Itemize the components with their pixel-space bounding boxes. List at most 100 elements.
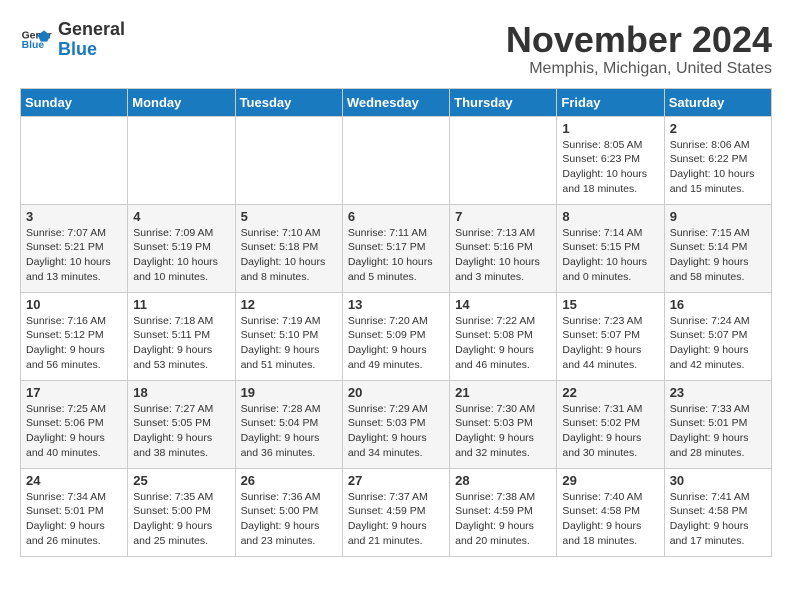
calendar-cell: 23 Sunrise: 7:33 AM Sunset: 5:01 PM Dayli…: [664, 380, 771, 468]
logo-icon: General Blue: [20, 24, 52, 56]
calendar-cell: 9Sunrise: 7:15 AM Sunset: 5:14 PM Daylig…: [664, 204, 771, 292]
calendar-cell: 28 Sunrise: 7:38 AM Sunset: 4:59 PM Dayli…: [450, 468, 557, 556]
calendar-cell: 15 Sunrise: 7:23 AM Sunset: 5:07 PM Dayli…: [557, 292, 664, 380]
day-info: Sunrise: 7:13 AM Sunset: 5:16 PM Dayligh…: [455, 226, 551, 285]
day-info: Sunrise: 7:27 AM Sunset: 5:05 PM Dayligh…: [133, 402, 229, 461]
day-number: 23: [670, 385, 766, 400]
weekday-header: Tuesday: [235, 88, 342, 116]
day-info: Sunrise: 7:22 AM Sunset: 5:08 PM Dayligh…: [455, 314, 551, 373]
day-number: 15: [562, 297, 658, 312]
day-number: 28: [455, 473, 551, 488]
day-number: 10: [26, 297, 122, 312]
calendar-cell: 19 Sunrise: 7:28 AM Sunset: 5:04 PM Dayli…: [235, 380, 342, 468]
calendar-cell: 8Sunrise: 7:14 AM Sunset: 5:15 PM Daylig…: [557, 204, 664, 292]
day-info: Sunrise: 7:16 AM Sunset: 5:12 PM Dayligh…: [26, 314, 122, 373]
day-info: Sunrise: 7:10 AM Sunset: 5:18 PM Dayligh…: [241, 226, 337, 285]
weekday-header: Saturday: [664, 88, 771, 116]
calendar-cell: 14 Sunrise: 7:22 AM Sunset: 5:08 PM Dayli…: [450, 292, 557, 380]
calendar-week-row: 17Sunrise: 7:25 AM Sunset: 5:06 PM Dayli…: [21, 380, 772, 468]
calendar-cell: 1Sunrise: 8:05 AM Sunset: 6:23 PM Daylig…: [557, 116, 664, 204]
day-info: Sunrise: 7:23 AM Sunset: 5:07 PM Dayligh…: [562, 314, 658, 373]
weekday-header: Sunday: [21, 88, 128, 116]
logo: General Blue General Blue: [20, 20, 125, 60]
calendar-cell: [235, 116, 342, 204]
calendar-cell: 6 Sunrise: 7:11 AM Sunset: 5:17 PM Daylig…: [342, 204, 449, 292]
calendar-cell: 22Sunrise: 7:31 AM Sunset: 5:02 PM Dayli…: [557, 380, 664, 468]
calendar-cell: 7 Sunrise: 7:13 AM Sunset: 5:16 PM Daylig…: [450, 204, 557, 292]
day-number: 16: [670, 297, 766, 312]
calendar-cell: [21, 116, 128, 204]
day-number: 25: [133, 473, 229, 488]
day-number: 6: [348, 209, 444, 224]
day-number: 1: [562, 121, 658, 136]
calendar-cell: 21 Sunrise: 7:30 AM Sunset: 5:03 PM Dayli…: [450, 380, 557, 468]
calendar-cell: 18 Sunrise: 7:27 AM Sunset: 5:05 PM Dayli…: [128, 380, 235, 468]
day-info: Sunrise: 7:25 AM Sunset: 5:06 PM Dayligh…: [26, 402, 122, 461]
calendar-cell: 11 Sunrise: 7:18 AM Sunset: 5:11 PM Dayli…: [128, 292, 235, 380]
calendar-cell: [128, 116, 235, 204]
day-info: Sunrise: 7:24 AM Sunset: 5:07 PM Dayligh…: [670, 314, 766, 373]
calendar-week-row: 24 Sunrise: 7:34 AM Sunset: 5:01 PM Dayli…: [21, 468, 772, 556]
day-number: 30: [670, 473, 766, 488]
svg-text:Blue: Blue: [22, 40, 45, 51]
calendar-cell: [342, 116, 449, 204]
day-number: 13: [348, 297, 444, 312]
calendar-cell: 16 Sunrise: 7:24 AM Sunset: 5:07 PM Dayli…: [664, 292, 771, 380]
day-info: Sunrise: 7:20 AM Sunset: 5:09 PM Dayligh…: [348, 314, 444, 373]
day-info: Sunrise: 7:37 AM Sunset: 4:59 PM Dayligh…: [348, 490, 444, 549]
day-number: 11: [133, 297, 229, 312]
weekday-header: Monday: [128, 88, 235, 116]
calendar-cell: 24 Sunrise: 7:34 AM Sunset: 5:01 PM Dayli…: [21, 468, 128, 556]
day-number: 29: [562, 473, 658, 488]
calendar-cell: 29 Sunrise: 7:40 AM Sunset: 4:58 PM Dayli…: [557, 468, 664, 556]
day-info: Sunrise: 7:28 AM Sunset: 5:04 PM Dayligh…: [241, 402, 337, 461]
day-info: Sunrise: 7:11 AM Sunset: 5:17 PM Dayligh…: [348, 226, 444, 285]
day-number: 9: [670, 209, 766, 224]
day-number: 12: [241, 297, 337, 312]
day-info: Sunrise: 7:34 AM Sunset: 5:01 PM Dayligh…: [26, 490, 122, 549]
weekday-header: Wednesday: [342, 88, 449, 116]
day-number: 24: [26, 473, 122, 488]
day-number: 21: [455, 385, 551, 400]
calendar-cell: 27 Sunrise: 7:37 AM Sunset: 4:59 PM Dayli…: [342, 468, 449, 556]
page-header: General Blue General Blue November 2024 …: [20, 20, 772, 78]
weekday-header: Thursday: [450, 88, 557, 116]
calendar-cell: 20 Sunrise: 7:29 AM Sunset: 5:03 PM Dayli…: [342, 380, 449, 468]
day-info: Sunrise: 7:07 AM Sunset: 5:21 PM Dayligh…: [26, 226, 122, 285]
month-title: November 2024: [506, 20, 772, 60]
day-info: Sunrise: 7:41 AM Sunset: 4:58 PM Dayligh…: [670, 490, 766, 549]
day-info: Sunrise: 7:30 AM Sunset: 5:03 PM Dayligh…: [455, 402, 551, 461]
location: Memphis, Michigan, United States: [506, 60, 772, 78]
day-number: 19: [241, 385, 337, 400]
calendar-cell: 30 Sunrise: 7:41 AM Sunset: 4:58 PM Dayli…: [664, 468, 771, 556]
calendar: SundayMondayTuesdayWednesdayThursdayFrid…: [20, 88, 772, 557]
day-number: 18: [133, 385, 229, 400]
day-number: 27: [348, 473, 444, 488]
day-number: 5: [241, 209, 337, 224]
logo-text: General Blue: [58, 20, 125, 60]
day-info: Sunrise: 7:38 AM Sunset: 4:59 PM Dayligh…: [455, 490, 551, 549]
day-number: 22: [562, 385, 658, 400]
calendar-cell: [450, 116, 557, 204]
day-number: 20: [348, 385, 444, 400]
calendar-header-row: SundayMondayTuesdayWednesdayThursdayFrid…: [21, 88, 772, 116]
calendar-cell: 26Sunrise: 7:36 AM Sunset: 5:00 PM Dayli…: [235, 468, 342, 556]
calendar-cell: 2Sunrise: 8:06 AM Sunset: 6:22 PM Daylig…: [664, 116, 771, 204]
day-info: Sunrise: 7:18 AM Sunset: 5:11 PM Dayligh…: [133, 314, 229, 373]
weekday-header: Friday: [557, 88, 664, 116]
calendar-cell: 4Sunrise: 7:09 AM Sunset: 5:19 PM Daylig…: [128, 204, 235, 292]
day-number: 7: [455, 209, 551, 224]
day-info: Sunrise: 7:33 AM Sunset: 5:01 PM Dayligh…: [670, 402, 766, 461]
calendar-week-row: 10 Sunrise: 7:16 AM Sunset: 5:12 PM Dayli…: [21, 292, 772, 380]
day-info: Sunrise: 7:35 AM Sunset: 5:00 PM Dayligh…: [133, 490, 229, 549]
day-info: Sunrise: 7:14 AM Sunset: 5:15 PM Dayligh…: [562, 226, 658, 285]
day-number: 14: [455, 297, 551, 312]
day-number: 4: [133, 209, 229, 224]
calendar-cell: 25 Sunrise: 7:35 AM Sunset: 5:00 PM Dayli…: [128, 468, 235, 556]
day-info: Sunrise: 7:29 AM Sunset: 5:03 PM Dayligh…: [348, 402, 444, 461]
day-number: 2: [670, 121, 766, 136]
day-info: Sunrise: 7:40 AM Sunset: 4:58 PM Dayligh…: [562, 490, 658, 549]
day-number: 26: [241, 473, 337, 488]
calendar-week-row: 1Sunrise: 8:05 AM Sunset: 6:23 PM Daylig…: [21, 116, 772, 204]
calendar-cell: 17Sunrise: 7:25 AM Sunset: 5:06 PM Dayli…: [21, 380, 128, 468]
